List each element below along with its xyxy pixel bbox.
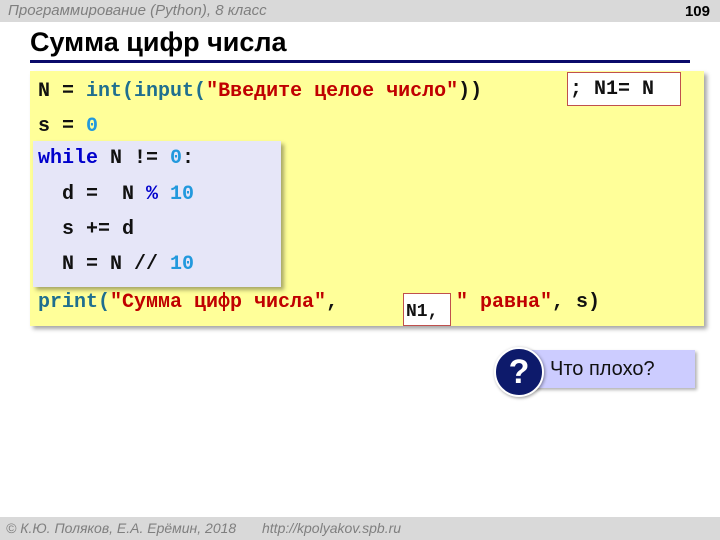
- copyright: © К.Ю. Поляков, Е.А. Ерёмин, 2018: [6, 520, 237, 536]
- site-url: http://kpolyakov.spb.ru: [262, 520, 402, 536]
- code-line-print-tail: " равна", s): [456, 291, 601, 314]
- code-line-while: while N != 0:: [38, 147, 195, 170]
- code-line-print: print("Сумма цифр числа",: [38, 291, 339, 314]
- code-line-digit: d = N % 10: [38, 183, 195, 206]
- course-title: Программирование (Python), 8 класс: [8, 2, 267, 19]
- inserted-code-n1-assign: ; N1= N: [567, 72, 681, 106]
- footer-bar: © К.Ю. Поляков, Е.А. Ерёмин, 2018 http:/…: [0, 517, 720, 540]
- code-line-accumulate: s += d: [38, 218, 135, 241]
- question-callout: Что плохо?: [525, 350, 695, 388]
- code-line-sum-init: s = 0: [38, 115, 99, 138]
- question-icon: ?: [494, 347, 544, 397]
- question-text: Что плохо?: [550, 358, 655, 380]
- inserted-code-n1-arg: N1,: [403, 293, 451, 326]
- code-line-input: N = int(input("Введите целое число")): [38, 80, 483, 103]
- slide-title: Сумма цифр числа: [30, 27, 287, 57]
- header-bar: Программирование (Python), 8 класс 109: [0, 0, 720, 22]
- page-number: 109: [684, 3, 710, 20]
- title-underline: [30, 60, 690, 63]
- code-line-divide: N = N // 10: [38, 253, 195, 276]
